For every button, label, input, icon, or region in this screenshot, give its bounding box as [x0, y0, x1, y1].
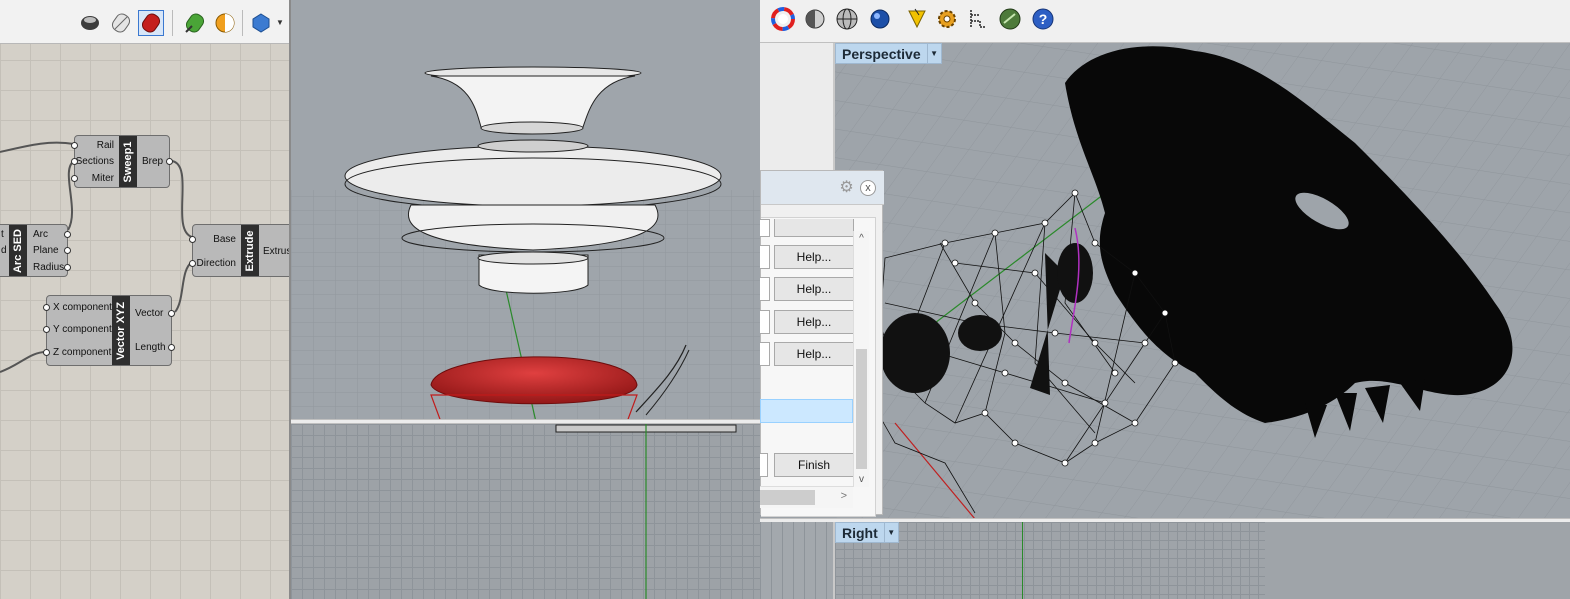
arc-port-label: Arc: [33, 229, 48, 240]
row-field[interactable]: [760, 277, 770, 301]
input-port[interactable]: [43, 304, 50, 311]
render-sphere-icon[interactable]: [867, 6, 893, 32]
sweep1-component[interactable]: Rail Sections Miter Sweep1 Brep: [71, 135, 173, 188]
viewport-title: Right: [842, 524, 878, 541]
y-component-label: Y component: [53, 324, 112, 335]
component-title: Vector XYZ: [112, 296, 130, 365]
brep-port-label: Brep: [142, 156, 164, 167]
shade-icon[interactable]: [802, 6, 828, 32]
rhino-toolbar: ?: [760, 0, 1570, 43]
component-title: Arc SED: [9, 225, 27, 276]
output-port[interactable]: [64, 231, 71, 238]
input-port[interactable]: [71, 175, 78, 182]
z-component-label: Z component: [53, 347, 112, 358]
plane-port-label: Plane: [33, 245, 59, 256]
side-strip: [760, 43, 835, 170]
arc-input-label: d: [1, 245, 7, 256]
tab-perspective[interactable]: Perspective ▼: [835, 43, 942, 64]
input-port[interactable]: [43, 326, 50, 333]
input-port[interactable]: [71, 142, 78, 149]
output-port[interactable]: [64, 264, 71, 271]
arc-sed-component[interactable]: t d Arc SED Arc Plane Radius: [0, 224, 71, 277]
component-title: Sweep1: [119, 136, 137, 187]
viewport-plan[interactable]: [291, 424, 760, 599]
tab-right[interactable]: Right ▼: [835, 522, 899, 543]
app-root: ▼ Rail Sections Miter Sweep1 Brep t d Ar…: [0, 0, 1570, 599]
viewport-left-strip[interactable]: [760, 522, 835, 599]
extrude-component[interactable]: Base Direction Extrude Extrus: [189, 224, 291, 277]
green-axis: [1022, 522, 1023, 599]
settings-gear-icon[interactable]: [934, 6, 960, 32]
output-port[interactable]: [166, 158, 173, 165]
miter-port-label: Miter: [91, 173, 114, 184]
arc-input-label: t: [1, 229, 4, 240]
row-field[interactable]: [760, 342, 770, 366]
row-field[interactable]: [760, 453, 768, 477]
component-title: Extrude: [241, 225, 259, 276]
hscroll-thumb[interactable]: [760, 490, 815, 505]
sphere-wire-icon[interactable]: [834, 6, 860, 32]
sections-port-label: Sections: [75, 156, 114, 167]
row-field[interactable]: [760, 219, 770, 237]
row-field[interactable]: [760, 310, 770, 334]
help-button[interactable]: Help...: [774, 245, 854, 269]
dialog-hscrollbar[interactable]: >: [760, 486, 853, 508]
vector-port-label: Vector: [135, 308, 164, 319]
svg-text:?: ?: [1039, 11, 1048, 27]
close-icon[interactable]: x: [860, 180, 876, 196]
chevron-up-icon[interactable]: ^: [854, 233, 869, 244]
model-render: [291, 0, 760, 422]
chevron-right-icon[interactable]: >: [841, 490, 847, 502]
help-button[interactable]: Help...: [774, 310, 854, 334]
output-port[interactable]: [64, 247, 71, 254]
right-view-grid: [835, 522, 1265, 599]
x-component-label: X component: [53, 302, 112, 313]
grasshopper-canvas[interactable]: ▼ Rail Sections Miter Sweep1 Brep t d Ar…: [0, 0, 291, 599]
help-button[interactable]: [774, 219, 854, 237]
dialog-titlebar: ⚙ x: [761, 171, 884, 205]
grasshopper-icon[interactable]: [997, 6, 1023, 32]
viewport-perspective[interactable]: Perspective ▼: [835, 43, 1570, 519]
cone-cursor-icon[interactable]: [904, 6, 930, 32]
row-field[interactable]: [760, 245, 770, 269]
selected-row[interactable]: [760, 399, 853, 423]
help-icon[interactable]: ?: [1030, 6, 1056, 32]
output-port[interactable]: [168, 310, 175, 317]
scroll-thumb[interactable]: [856, 349, 867, 469]
gear-icon[interactable]: ⚙: [838, 179, 855, 196]
rail-port-label: Rail: [96, 140, 114, 151]
plan-view-render: [555, 424, 737, 599]
output-port[interactable]: [168, 344, 175, 351]
chevron-down-icon[interactable]: ▼: [883, 523, 898, 542]
chevron-down-icon[interactable]: v: [854, 474, 869, 485]
help-button[interactable]: Help...: [774, 277, 854, 301]
input-port[interactable]: [43, 349, 50, 356]
length-port-label: Length: [135, 342, 166, 353]
input-port[interactable]: [71, 158, 78, 165]
viewport-right[interactable]: Right ▼: [835, 522, 1570, 599]
vector-xyz-component[interactable]: X component Y component Z component Vect…: [43, 295, 175, 366]
finish-button[interactable]: Finish: [774, 453, 854, 477]
input-port[interactable]: [189, 260, 196, 267]
extrusion-port-label: Extrus: [263, 246, 291, 257]
help-button[interactable]: Help...: [774, 342, 854, 366]
radius-port-label: Radius: [33, 262, 65, 273]
direction-port-label: Direction: [196, 258, 236, 269]
viewport-3d-model[interactable]: [291, 0, 760, 422]
tree-icon[interactable]: [965, 6, 991, 32]
color-wheel-icon[interactable]: [770, 6, 796, 32]
viewport-title: Perspective: [842, 45, 921, 62]
chevron-down-icon[interactable]: ▼: [926, 44, 941, 63]
dialog-scrollbar[interactable]: ^ v: [853, 231, 869, 487]
perspective-render: [835, 43, 1570, 519]
base-port-label: Base: [213, 234, 236, 245]
input-port[interactable]: [189, 236, 196, 243]
